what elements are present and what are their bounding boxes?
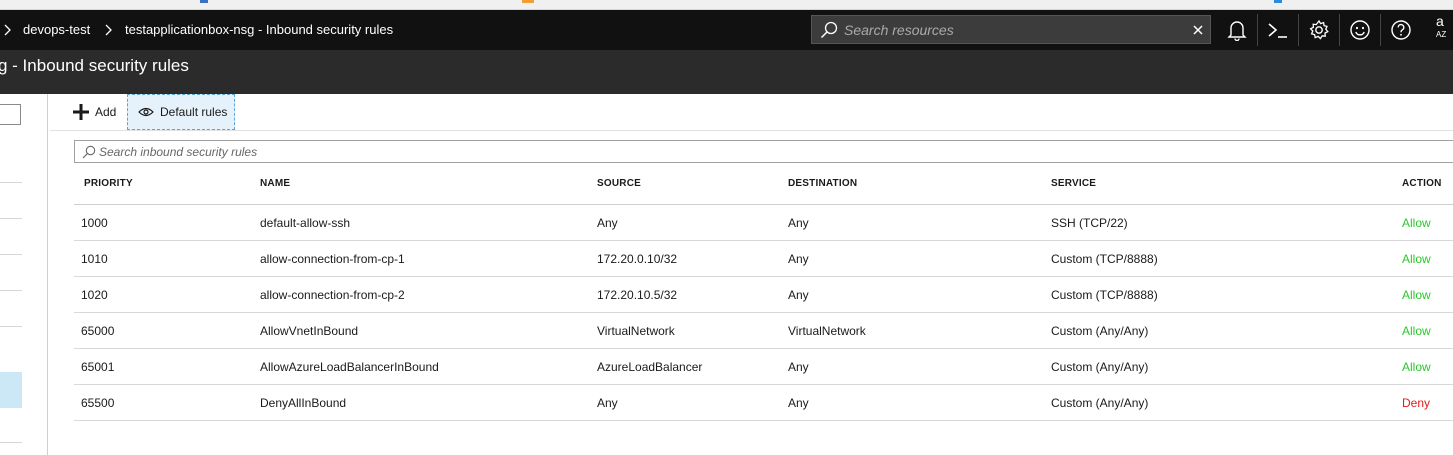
- table-row[interactable]: 65001 AllowAzureLoadBalancerInBound Azur…: [74, 349, 1453, 385]
- chevron-right-icon: [4, 24, 11, 36]
- rules-search-box[interactable]: [74, 140, 1453, 163]
- command-bar: Add Default rules: [50, 94, 1453, 131]
- help-icon: [1391, 20, 1411, 40]
- column-header-destination[interactable]: DESTINATION: [788, 166, 857, 202]
- column-header-service[interactable]: SERVICE: [1051, 166, 1096, 202]
- browser-tab-strip: [0, 0, 1453, 10]
- cell-action-allow: Allow: [1402, 252, 1431, 266]
- cell-source: VirtualNetwork: [597, 324, 675, 338]
- table-row[interactable]: 1000 default-allow-ssh Any Any SSH (TCP/…: [74, 205, 1453, 241]
- settings-button[interactable]: [1299, 10, 1339, 50]
- rules-search-input[interactable]: [99, 141, 1399, 162]
- table-row[interactable]: 1010 allow-connection-from-cp-1 172.20.0…: [74, 241, 1453, 277]
- top-navigation-bar: devops-test testapplicationbox-nsg - Inb…: [0, 10, 1453, 50]
- page-title: g - Inbound security rules: [0, 56, 189, 75]
- cell-name: default-allow-ssh: [260, 216, 351, 230]
- account-name: a: [1436, 13, 1444, 29]
- cell-destination: Any: [788, 216, 809, 230]
- cell-action-allow: Allow: [1402, 216, 1431, 230]
- cell-name: DenyAllInBound: [260, 396, 347, 410]
- cell-service: Custom (Any/Any): [1051, 396, 1149, 410]
- breadcrumb-item[interactable]: testapplicationbox-nsg - Inbound securit…: [125, 10, 393, 50]
- account-directory: AZ: [1436, 30, 1447, 39]
- resource-menu-pane: [0, 94, 48, 455]
- cloud-shell-icon: [1268, 23, 1287, 38]
- plus-icon: [73, 104, 89, 120]
- cloud-shell-button[interactable]: [1258, 10, 1298, 50]
- cell-service: Custom (TCP/8888): [1051, 252, 1158, 266]
- menu-item-selected[interactable]: [0, 372, 22, 408]
- cell-source: 172.20.0.10/32: [597, 252, 678, 266]
- table-row[interactable]: 65000 AllowVnetInBound VirtualNetwork Vi…: [74, 313, 1453, 349]
- cell-priority: 65500: [81, 396, 115, 410]
- menu-divider: [0, 290, 22, 291]
- account-menu[interactable]: a AZ: [1436, 14, 1446, 42]
- cell-service: Custom (Any/Any): [1051, 324, 1149, 338]
- browser-tab-icon: [200, 0, 208, 3]
- cell-name: allow-connection-from-cp-1: [260, 252, 405, 266]
- default-rules-button[interactable]: Default rules: [127, 94, 235, 130]
- cell-source: AzureLoadBalancer: [597, 360, 703, 374]
- breadcrumb-item[interactable]: devops-test: [23, 10, 90, 50]
- add-button-label: Add: [95, 105, 117, 119]
- column-header-source[interactable]: SOURCE: [597, 166, 641, 202]
- cell-priority: 1020: [81, 288, 108, 302]
- notifications-button[interactable]: [1217, 10, 1257, 50]
- cell-priority: 1000: [81, 216, 108, 230]
- cell-source: Any: [597, 216, 618, 230]
- cell-priority: 65000: [81, 324, 115, 338]
- cell-service: Custom (Any/Any): [1051, 360, 1149, 374]
- help-button[interactable]: [1381, 10, 1421, 50]
- menu-divider: [0, 218, 22, 219]
- browser-tab-icon: [522, 0, 534, 3]
- menu-divider: [0, 442, 22, 443]
- column-header-action[interactable]: ACTION: [1402, 166, 1442, 202]
- table-row[interactable]: 65500 DenyAllInBound Any Any Custom (Any…: [74, 385, 1453, 421]
- inbound-rules-table: PRIORITY NAME SOURCE DESTINATION SERVICE…: [74, 166, 1453, 421]
- cell-service: SSH (TCP/22): [1051, 216, 1128, 230]
- resource-search-input[interactable]: [844, 16, 1184, 43]
- search-icon: [820, 21, 838, 39]
- chevron-right-icon: [105, 24, 112, 36]
- menu-divider: [0, 326, 22, 327]
- cell-service: Custom (TCP/8888): [1051, 288, 1158, 302]
- cell-source: Any: [597, 396, 618, 410]
- add-button[interactable]: Add: [73, 94, 125, 130]
- menu-divider: [0, 254, 22, 255]
- cell-priority: 1010: [81, 252, 108, 266]
- cell-action-allow: Allow: [1402, 324, 1431, 338]
- cell-destination: Any: [788, 288, 809, 302]
- bell-icon: [1227, 21, 1247, 41]
- smiley-icon: [1350, 20, 1370, 40]
- cell-destination: Any: [788, 360, 809, 374]
- cell-destination: Any: [788, 252, 809, 266]
- cell-destination: VirtualNetwork: [788, 324, 866, 338]
- menu-search-input[interactable]: [0, 104, 21, 125]
- cell-source: 172.20.10.5/32: [597, 288, 678, 302]
- cell-priority: 65001: [81, 360, 115, 374]
- cell-name: AllowAzureLoadBalancerInBound: [260, 360, 439, 374]
- table-row[interactable]: 1020 allow-connection-from-cp-2 172.20.1…: [74, 277, 1453, 313]
- column-header-name[interactable]: NAME: [260, 166, 290, 202]
- cell-action-allow: Allow: [1402, 360, 1431, 374]
- feedback-button[interactable]: [1340, 10, 1380, 50]
- menu-divider: [0, 182, 22, 183]
- cell-action-deny: Deny: [1402, 396, 1431, 410]
- default-rules-label: Default rules: [160, 105, 228, 119]
- resource-search-box[interactable]: [811, 15, 1211, 44]
- search-icon: [82, 145, 96, 159]
- cell-destination: Any: [788, 396, 809, 410]
- browser-tab-icon: [1274, 0, 1282, 3]
- cell-name: AllowVnetInBound: [260, 324, 359, 338]
- gear-icon: [1309, 19, 1329, 40]
- close-icon[interactable]: [1193, 25, 1203, 35]
- blade-header: g - Inbound security rules: [0, 50, 1453, 94]
- column-header-priority[interactable]: PRIORITY: [84, 166, 133, 202]
- cell-action-allow: Allow: [1402, 288, 1431, 302]
- eye-icon: [138, 107, 154, 117]
- table-header: PRIORITY NAME SOURCE DESTINATION SERVICE…: [74, 166, 1453, 205]
- cell-name: allow-connection-from-cp-2: [260, 288, 405, 302]
